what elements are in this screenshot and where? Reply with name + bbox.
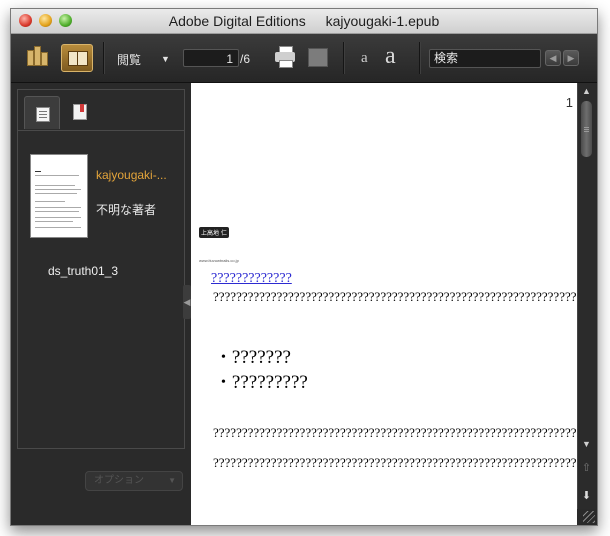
search-input[interactable]: 検索 xyxy=(429,49,541,68)
title-bar: Adobe Digital Editions kajyougaki-1.epub xyxy=(11,9,597,34)
next-page-button[interactable]: ⬇ xyxy=(580,489,593,503)
page-number: 1 xyxy=(565,95,573,110)
view-menu-label[interactable]: 閲覧 xyxy=(117,51,141,68)
table-of-contents-icon xyxy=(36,107,50,122)
reading-pane: 1 上高地 仁 www.ituvuwtnaiis.co.jp ?????????… xyxy=(191,83,577,525)
bookmark-icon[interactable] xyxy=(305,45,331,69)
scroll-down-arrow[interactable]: ▼ xyxy=(580,439,593,450)
vertical-scrollbar[interactable]: ▲ ▼ ⇧ ⬇ xyxy=(577,83,596,509)
page-number-input[interactable]: 1 xyxy=(183,49,239,67)
resize-grip[interactable] xyxy=(583,511,595,523)
sidebar: kajyougaki-... 不明な著者 ds_truth01_3 xyxy=(17,89,185,449)
toolbar-divider xyxy=(343,42,345,74)
app-window: Adobe Digital Editions kajyougaki-1.epub… xyxy=(10,8,598,526)
bullet-list: ??????? ????????? xyxy=(221,345,308,395)
app-title: Adobe Digital Editions xyxy=(168,13,306,29)
book-author: 不明な著者 xyxy=(96,203,157,217)
search-previous-button[interactable]: ◀ xyxy=(545,50,561,66)
author-badge: 上高地 仁 xyxy=(199,227,229,238)
library-shelf-icon[interactable] xyxy=(25,45,51,69)
scroll-thumb[interactable] xyxy=(581,101,592,157)
bookmark-list-icon xyxy=(73,104,87,120)
chevron-down-icon[interactable]: ▼ xyxy=(161,54,170,64)
content-link[interactable]: ????????????? xyxy=(211,271,292,287)
window-title: Adobe Digital Editions kajyougaki-1.epub xyxy=(11,13,597,29)
search-next-button[interactable]: ▶ xyxy=(563,50,579,66)
decrease-font-button[interactable]: a xyxy=(361,50,368,67)
options-label: オプション xyxy=(94,475,144,486)
toc-item[interactable]: ds_truth01_3 xyxy=(48,264,118,278)
sidebar-collapse-handle[interactable]: ◀ xyxy=(183,285,191,319)
chevron-down-icon: ▼ xyxy=(168,476,176,485)
scroll-up-arrow[interactable]: ▲ xyxy=(580,86,593,97)
options-button[interactable]: オプション ▼ xyxy=(85,471,183,491)
tab-contents[interactable] xyxy=(24,96,60,129)
page-total: /6 xyxy=(240,52,251,66)
toolbar: 閲覧 ▼ 1 /6 a a 検索 ◀ ▶ xyxy=(11,34,597,83)
toolbar-divider xyxy=(419,42,421,74)
paragraph: ????????????????????????????????????????… xyxy=(213,455,577,470)
sidebar-divider xyxy=(18,130,184,131)
open-book-icon xyxy=(68,51,88,66)
url-text: www.ituvuwtnaiis.co.jp xyxy=(199,258,239,263)
book-cover-thumbnail xyxy=(30,154,88,238)
tab-bookmarks[interactable] xyxy=(62,96,96,128)
book-title[interactable]: kajyougaki-... xyxy=(96,168,167,182)
increase-font-button[interactable]: a xyxy=(385,43,396,70)
printer-icon[interactable] xyxy=(273,45,299,69)
toolbar-divider xyxy=(103,42,105,74)
document-title: kajyougaki-1.epub xyxy=(325,13,440,29)
previous-page-button[interactable]: ⇧ xyxy=(580,461,593,475)
reading-view-button[interactable] xyxy=(61,44,93,72)
list-item: ????????? xyxy=(221,370,308,395)
paragraph: ????????????????????????????????????????… xyxy=(213,425,577,440)
list-item: ??????? xyxy=(221,345,308,370)
paragraph: ????????????????????????????????????????… xyxy=(213,289,577,304)
